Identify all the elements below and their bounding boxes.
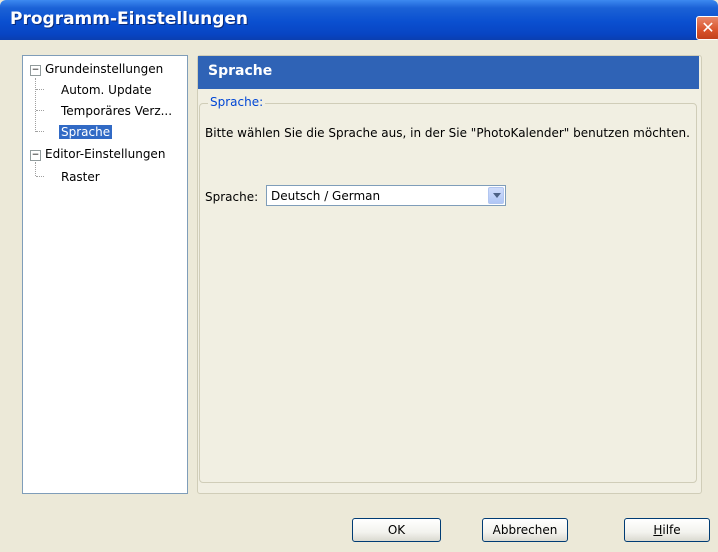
tree-line xyxy=(35,162,36,176)
groupbox-title: Sprache: xyxy=(208,95,266,109)
panel-title: Sprache xyxy=(208,63,273,79)
tree-line xyxy=(36,89,44,90)
panel-header: Sprache xyxy=(198,56,699,89)
language-select[interactable]: Deutsch / German xyxy=(266,185,506,206)
tree-item-sprache[interactable]: Sprache xyxy=(59,123,113,141)
ok-button-label: OK xyxy=(387,523,406,537)
language-groupbox xyxy=(199,103,697,483)
settings-dialog: Programm-Einstellungen ✕ − Grundeinstell… xyxy=(0,0,718,552)
tree-line xyxy=(36,131,44,132)
tree-line xyxy=(35,78,36,132)
tree-item-temporaeres-verz[interactable]: Temporäres Verz... xyxy=(61,102,172,120)
title-bar[interactable]: Programm-Einstellungen ✕ xyxy=(0,0,718,40)
cancel-button-label: Abbrechen xyxy=(492,523,558,537)
cancel-button[interactable]: Abbrechen xyxy=(482,518,568,542)
tree-item-label: Grundeinstellungen xyxy=(45,62,164,76)
tree-line xyxy=(36,110,44,111)
close-icon: ✕ xyxy=(701,18,715,37)
collapse-icon[interactable]: − xyxy=(30,150,41,161)
tree-item-raster[interactable]: Raster xyxy=(61,168,100,186)
window-title: Programm-Einstellungen xyxy=(10,9,249,29)
settings-tree[interactable]: − Grundeinstellungen Autom. Update Tempo… xyxy=(22,55,188,494)
tree-item-label: Sprache xyxy=(59,125,113,139)
tree-item-grundeinstellungen[interactable]: Grundeinstellungen xyxy=(45,60,163,78)
tree-item-label: Editor-Einstellungen xyxy=(45,147,166,161)
help-button-label: ilfe xyxy=(662,523,681,537)
ok-button[interactable]: OK xyxy=(352,518,441,542)
tree-item-autom-update[interactable]: Autom. Update xyxy=(61,81,152,99)
language-label: Sprache: xyxy=(205,190,259,204)
tree-item-label: Raster xyxy=(61,170,100,184)
tree-item-editor-einstellungen[interactable]: Editor-Einstellungen xyxy=(45,145,165,163)
language-select-value: Deutsch / German xyxy=(271,189,381,203)
language-description: Bitte wählen Sie die Sprache aus, in der… xyxy=(205,126,690,140)
help-button[interactable]: Hilfe xyxy=(624,518,710,542)
tree-line xyxy=(36,176,44,177)
chevron-down-icon[interactable] xyxy=(488,187,504,204)
close-button[interactable]: ✕ xyxy=(696,16,718,40)
collapse-icon[interactable]: − xyxy=(30,65,41,76)
tree-item-label: Temporäres Verz... xyxy=(61,104,173,118)
tree-item-label: Autom. Update xyxy=(61,83,152,97)
